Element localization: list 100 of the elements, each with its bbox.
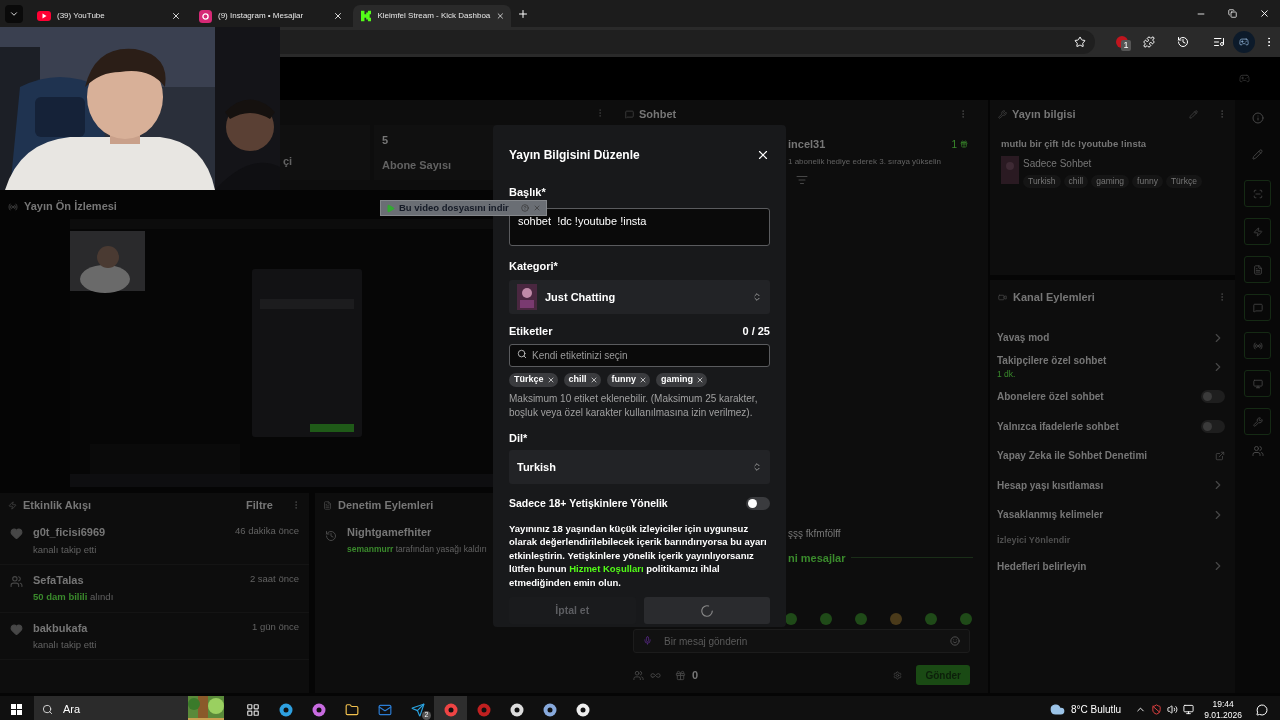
language-select[interactable]: Turkish bbox=[509, 450, 770, 484]
event-detail: kanalı takip etti bbox=[33, 638, 97, 652]
remove-icon[interactable] bbox=[639, 376, 648, 384]
gift-count: 1 bbox=[951, 137, 957, 152]
category-thumbnail-icon bbox=[517, 284, 537, 310]
start-icon[interactable] bbox=[11, 704, 22, 715]
shield-icon[interactable] bbox=[1151, 704, 1163, 715]
action-item[interactable]: Takipçilere özel sohbet bbox=[997, 353, 1107, 369]
language-value: Turkish bbox=[517, 459, 557, 475]
tag-search-field[interactable]: Kendi etiketinizi seçin bbox=[509, 344, 770, 367]
event-time: 2 saat önce bbox=[249, 571, 299, 586]
category-value: Just Chatting bbox=[545, 289, 617, 305]
tag-counter: 0 / 25 bbox=[742, 325, 770, 338]
action-item[interactable]: Yasaklanmış kelimeler bbox=[997, 507, 1104, 523]
sort-icon bbox=[752, 462, 762, 472]
action-item[interactable]: Hesap yaşı kısıtlaması bbox=[997, 477, 1104, 493]
tag-chip[interactable]: Türkçe bbox=[509, 373, 558, 387]
tag-chip[interactable]: chill bbox=[563, 373, 601, 387]
group-icon[interactable] bbox=[1251, 445, 1264, 457]
event-detail: kanalı takip etti bbox=[33, 542, 97, 557]
remove-icon[interactable] bbox=[696, 376, 705, 384]
field-label: Dil* bbox=[509, 432, 528, 445]
filter-link[interactable]: Filtre bbox=[246, 496, 273, 514]
close-icon[interactable] bbox=[1259, 8, 1270, 19]
tag-chip: funny bbox=[1132, 175, 1163, 189]
star-icon[interactable] bbox=[1074, 36, 1086, 48]
history-icon[interactable] bbox=[1177, 36, 1189, 48]
spinner-icon bbox=[699, 603, 714, 618]
network-icon[interactable] bbox=[1183, 704, 1195, 715]
tag-chip: Turkish bbox=[1023, 175, 1061, 189]
terms-link[interactable]: Hizmet Koşulları bbox=[569, 563, 644, 575]
cloud-icon bbox=[1050, 702, 1066, 717]
tag-chip[interactable]: gaming bbox=[656, 373, 708, 387]
volume-icon[interactable] bbox=[1167, 704, 1179, 715]
chat-input[interactable]: Bir mesaj gönderin bbox=[633, 629, 970, 653]
panel-title: Kanal Eylemleri bbox=[1013, 289, 1096, 305]
user-name: g0t_ficisi6969 bbox=[33, 525, 106, 540]
browser-tab[interactable]: Kleimfel Stream - Kick Dashboa bbox=[353, 5, 511, 27]
browser-tab[interactable]: (39) YouTube bbox=[29, 5, 187, 27]
restore-icon[interactable] bbox=[1228, 9, 1237, 18]
remove-icon[interactable] bbox=[589, 376, 598, 384]
panel-title: Denetim Eylemleri bbox=[338, 497, 434, 513]
group-icon bbox=[10, 574, 23, 588]
extension-badge: 1 bbox=[1121, 40, 1131, 51]
remove-icon[interactable] bbox=[546, 376, 555, 384]
heart-icon bbox=[10, 622, 23, 636]
tag-chip: Türkçe bbox=[1165, 175, 1202, 189]
profile-avatar[interactable] bbox=[1233, 31, 1255, 53]
toggle-switch[interactable] bbox=[746, 497, 770, 511]
puzzle-icon[interactable] bbox=[1143, 36, 1155, 48]
tab-title: Kleimfel Stream - Kick Dashboa bbox=[377, 10, 491, 22]
action-item[interactable]: Yapay Zeka ile Sohbet Denetimi bbox=[997, 448, 1148, 464]
category-name: Sadece Sohbet bbox=[1023, 157, 1092, 172]
event-time: 46 dakika önce bbox=[235, 524, 299, 538]
play-icon bbox=[386, 203, 395, 213]
task-view-icon[interactable] bbox=[245, 702, 260, 717]
mic-icon bbox=[643, 636, 652, 645]
panel-title: Yayın Ön İzlemesi bbox=[24, 199, 117, 215]
new-tab-icon[interactable] bbox=[517, 7, 529, 20]
close-icon[interactable] bbox=[333, 11, 343, 21]
undo-icon bbox=[325, 530, 337, 542]
category-thumbnail-icon bbox=[1001, 156, 1019, 185]
user-name: SefaTalas bbox=[33, 572, 84, 588]
close-icon[interactable] bbox=[756, 148, 770, 162]
action-item[interactable]: Yalnızca ifadelerle sohbet bbox=[997, 418, 1119, 434]
dialog-title: Yayın Bilgisini Düzenle bbox=[509, 147, 640, 164]
media-icon[interactable] bbox=[1213, 36, 1225, 48]
panel-title: Etkinlik Akışı bbox=[23, 497, 93, 513]
toggle-switch[interactable] bbox=[1201, 390, 1225, 404]
gift-icon bbox=[960, 140, 968, 149]
tab-title: (39) YouTube bbox=[57, 10, 106, 22]
category-select[interactable]: Just Chatting bbox=[509, 280, 770, 314]
event-detail: semanmurr tarafından yasağı kaldırı bbox=[347, 542, 487, 556]
filter-icon[interactable] bbox=[796, 173, 808, 186]
action-item[interactable]: Abonelere özel sohbet bbox=[997, 389, 1104, 405]
browser-tab[interactable]: (9) Instagram • Mesajlar bbox=[191, 5, 349, 27]
close-icon[interactable] bbox=[171, 11, 181, 21]
field-label: Başlık* bbox=[509, 186, 546, 199]
tag-chip[interactable]: funny bbox=[606, 373, 651, 387]
folder-icon[interactable] bbox=[344, 702, 359, 717]
title-field[interactable]: sohbet !dc !youtube !insta bbox=[509, 208, 770, 246]
clock-date: 9.01.2026 bbox=[1204, 709, 1242, 720]
stat-value: 5 bbox=[382, 133, 389, 148]
search-icon bbox=[42, 704, 53, 715]
action-item[interactable]: Hedefleri belirleyin bbox=[997, 558, 1087, 574]
event-detail: 50 dam bilili alındı bbox=[33, 590, 114, 605]
heart-icon bbox=[10, 527, 23, 540]
help-text: Yayınınız 18 yaşından küçük izleyiciler için uygunsuz olarak değerlendirilebilecek içerik barındırıyorsa bu ayarı etkinleştirin. Yetişkinlere yönelik içerik yayınlıyorsanız lütfen bunun Hizmet Koşulları politikamızı ihlal etmediğinden emin olun. bbox=[509, 521, 768, 590]
bolt-icon bbox=[8, 500, 17, 510]
notifications-icon[interactable] bbox=[1256, 703, 1268, 716]
search-field[interactable]: Ara bbox=[34, 696, 224, 720]
help-text: Maksimum 10 etiket eklenebilir. (Maksimum 25 karakter, boşluk veya özel karakter kullanılmasına izin verilmez). bbox=[509, 392, 759, 419]
action-item[interactable]: Yavaş mod bbox=[997, 330, 1050, 346]
mail-icon[interactable] bbox=[377, 702, 392, 717]
weather-text[interactable]: 8°C Bulutlu bbox=[1071, 702, 1122, 717]
sort-icon bbox=[752, 292, 762, 302]
camera-logo-icon bbox=[199, 9, 212, 23]
user-name: Nightgamefhiter bbox=[347, 525, 432, 540]
toggle-switch[interactable] bbox=[1201, 419, 1225, 433]
new-messages-label: ni mesajlar bbox=[788, 550, 846, 566]
